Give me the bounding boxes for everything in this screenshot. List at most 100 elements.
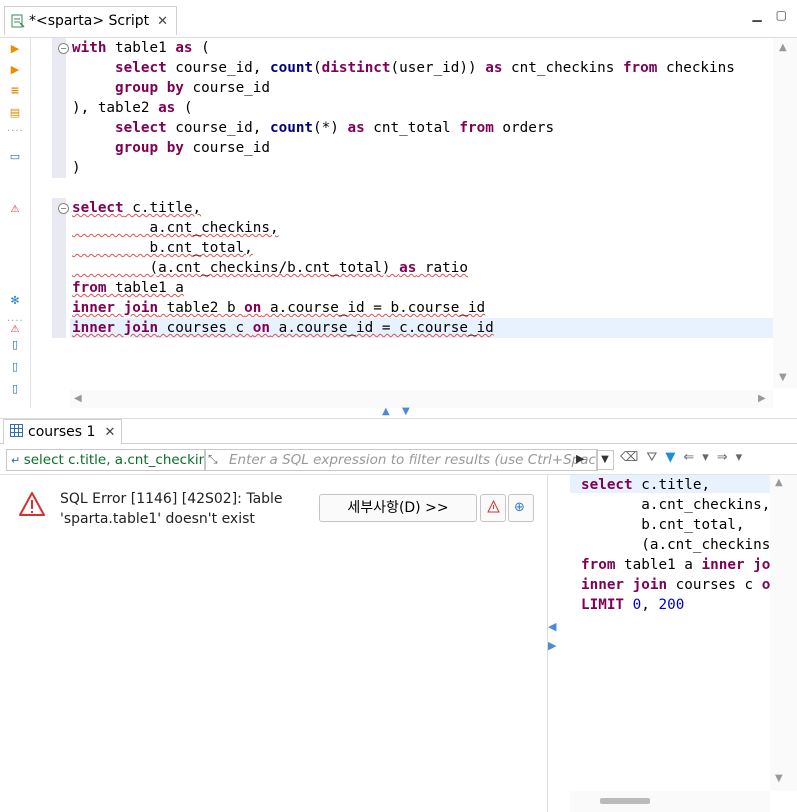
- settings-gear-icon[interactable]: ✻: [8, 294, 22, 308]
- query-line: from table1 a inner join: [581, 555, 770, 575]
- code-token: table1 a: [106, 280, 184, 296]
- terminal-icon[interactable]: ▭: [8, 150, 22, 164]
- scroll-down-icon[interactable]: ▼: [775, 773, 783, 784]
- code-token: with: [72, 40, 107, 56]
- details-button[interactable]: 세부사항(D) >>: [319, 494, 477, 522]
- code-token: as: [175, 40, 193, 56]
- collapse-down-icon[interactable]: ▼: [402, 406, 410, 417]
- code-token: select: [115, 60, 167, 76]
- filter-history-dropdown-icon[interactable]: ▼: [596, 450, 614, 470]
- error-log-button[interactable]: [480, 494, 506, 522]
- apply-filter-icon[interactable]: ▶: [576, 452, 584, 465]
- help-button[interactable]: ⊕: [508, 494, 534, 522]
- editor-toolbar-gutter: ▶ ▶ ≡ ▤ ···· ▭ ⚠ ✻ ···· ⚠ ▯ ▯ ▯: [0, 38, 31, 408]
- eraser-icon[interactable]: ⌫: [620, 450, 638, 465]
- executed-query[interactable]: select c.title, a.cnt_checkins, b.cnt_to…: [581, 475, 770, 615]
- query-link-icon: ↵: [11, 454, 24, 467]
- back-arrow-icon[interactable]: ⇐: [683, 450, 694, 465]
- editor-horizontal-scrollbar[interactable]: ◀ ▶: [70, 390, 773, 408]
- code-token: course_id,: [166, 60, 270, 76]
- error-message: SQL Error [1146] [42S02]: Table 'sparta.…: [60, 491, 283, 527]
- execute-statement-icon[interactable]: ▶: [8, 42, 22, 56]
- close-icon[interactable]: ✕: [104, 425, 115, 440]
- code-token: ): [72, 160, 81, 176]
- code-token: table1 a: [615, 557, 702, 573]
- window-controls: ▁ ▢: [752, 8, 787, 22]
- code-line: ), table2 as (: [72, 98, 735, 118]
- scroll-left-icon[interactable]: ◀: [74, 393, 82, 404]
- query-vertical-scrollbar[interactable]: ▲ ▼: [770, 475, 797, 791]
- editor-vertical-scrollbar[interactable]: ▲ ▼: [773, 38, 797, 388]
- export-script-icon[interactable]: ▯: [8, 382, 22, 396]
- maximize-icon[interactable]: ▢: [776, 8, 787, 22]
- code-line: select c.title,: [72, 198, 735, 218]
- execute-script-icon[interactable]: ≡: [8, 84, 22, 98]
- code-token: a.cnt_checkins,: [581, 497, 770, 513]
- code-line: inner join courses c on a.course_id = c.…: [72, 318, 735, 338]
- explain-plan-icon[interactable]: ▤: [8, 106, 22, 120]
- expand-right-icon[interactable]: ▶: [548, 639, 558, 652]
- code-token: group by: [115, 80, 184, 96]
- scroll-up-icon[interactable]: ▲: [779, 42, 787, 53]
- code-token: as: [485, 60, 503, 76]
- code-token: count: [270, 60, 314, 76]
- code-token: LIMIT: [581, 597, 625, 613]
- scroll-right-icon[interactable]: ▶: [758, 393, 766, 404]
- code-token: a.cnt_checkins,: [72, 220, 279, 236]
- grid-table-icon: [10, 423, 23, 441]
- code-token: 0: [632, 597, 642, 613]
- code-token: join: [753, 557, 770, 573]
- code-token: course_id: [183, 140, 270, 156]
- query-horizontal-scrollbar[interactable]: [570, 791, 770, 812]
- fold-toggle-icon[interactable]: −: [58, 43, 69, 54]
- code-token: cnt_total: [364, 120, 460, 136]
- collapse-up-icon[interactable]: ▲: [382, 406, 390, 417]
- code-token: distinct: [321, 60, 391, 76]
- load-script-icon[interactable]: ▯: [8, 338, 22, 352]
- code-token: a.course_id = b.course_id: [261, 300, 486, 316]
- dropdown-icon[interactable]: ▾: [702, 450, 709, 465]
- filter-icon[interactable]: ▼: [665, 450, 675, 465]
- collapse-left-icon[interactable]: ◀: [548, 620, 558, 633]
- expand-icon[interactable]: ⤡: [208, 452, 218, 467]
- code-line: from table1 a: [72, 278, 735, 298]
- sql-code[interactable]: with table1 as ( select course_id, count…: [72, 38, 735, 338]
- scroll-down-icon[interactable]: ▼: [779, 372, 787, 383]
- code-token: course_id,: [166, 120, 270, 136]
- scroll-thumb[interactable]: [600, 798, 650, 804]
- forward-arrow-icon[interactable]: ⇒: [717, 450, 728, 465]
- dropdown-icon[interactable]: ▾: [736, 450, 743, 465]
- code-token: c.title,: [632, 477, 711, 493]
- error-marker-icon: ⚠: [10, 324, 20, 335]
- fold-toggle-icon[interactable]: −: [58, 203, 69, 214]
- query-line: LIMIT 0, 200: [581, 595, 770, 615]
- query-line: (a.cnt_checkins/b.cnt_total): [581, 535, 770, 555]
- tab-results[interactable]: courses 1 ✕: [3, 419, 123, 444]
- code-token: checkins: [657, 60, 735, 76]
- code-token: (: [192, 40, 210, 56]
- panel-splitter[interactable]: ▲ ▼: [0, 406, 797, 419]
- scroll-up-icon[interactable]: ▲: [775, 477, 783, 488]
- save-script-icon[interactable]: ▯: [8, 360, 22, 374]
- query-line: a.cnt_checkins,: [581, 495, 770, 515]
- close-icon[interactable]: ✕: [157, 14, 168, 29]
- tab-sql-script[interactable]: *<sparta> Script ✕: [4, 6, 178, 35]
- panel-toggle[interactable]: ◀ ▶: [548, 620, 558, 652]
- filter-expression-input[interactable]: Enter a SQL expression to filter results…: [204, 449, 598, 471]
- code-line: a.cnt_checkins,: [72, 218, 735, 238]
- code-token: 200: [658, 597, 685, 613]
- minimize-icon[interactable]: ▁: [752, 8, 761, 22]
- error-marker-icon: ⚠: [10, 204, 20, 215]
- code-line: (a.cnt_checkins/b.cnt_total) as ratio: [72, 258, 735, 278]
- query-text-panel: select c.title, a.cnt_checkins, b.cnt_to…: [570, 475, 770, 791]
- filter-query-text[interactable]: ↵ select c.title, a.cnt_checkins: [6, 449, 206, 471]
- execute-new-tab-icon[interactable]: ▶: [8, 63, 22, 77]
- code-line: inner join table2 b on a.course_id = b.c…: [72, 298, 735, 318]
- code-token: select: [581, 477, 633, 493]
- code-token: on: [761, 577, 770, 593]
- results-tab-bar: courses 1 ✕: [0, 419, 797, 444]
- filter-settings-icon[interactable]: ⛛: [646, 450, 657, 465]
